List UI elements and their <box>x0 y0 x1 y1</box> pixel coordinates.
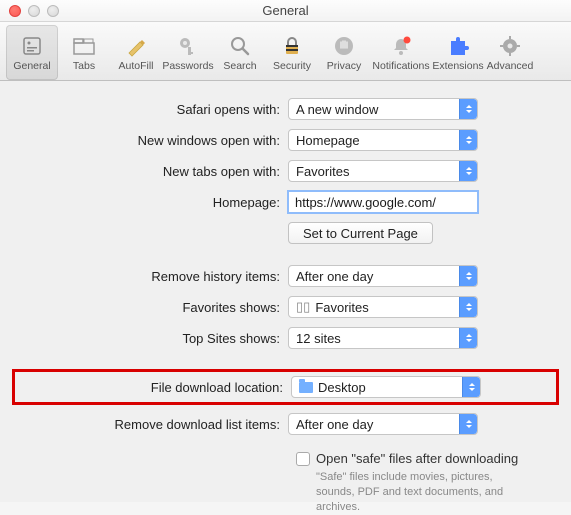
select-value: After one day <box>296 269 373 284</box>
select-value: Homepage <box>296 133 360 148</box>
label-safari-opens: Safari opens with: <box>30 102 288 117</box>
book-icon: ▯▯ <box>296 299 310 315</box>
label-remove-history: Remove history items: <box>30 269 288 284</box>
safe-files-hint: "Safe" files include movies, pictures, s… <box>316 470 541 515</box>
remove-downloads-select[interactable]: After one day <box>288 413 478 435</box>
gear-icon <box>498 34 522 58</box>
stepper-arrows-icon <box>459 328 477 348</box>
toolbar-privacy[interactable]: Privacy <box>318 25 370 80</box>
search-icon <box>228 34 252 58</box>
label-top-sites: Top Sites shows: <box>30 331 288 346</box>
hand-icon <box>332 34 356 58</box>
toolbar-label: Privacy <box>327 60 361 72</box>
select-value: Favorites <box>315 300 368 315</box>
lock-icon <box>280 34 304 58</box>
stepper-arrows-icon <box>459 414 477 434</box>
toolbar-tabs[interactable]: Tabs <box>58 25 110 80</box>
set-current-page-button[interactable]: Set to Current Page <box>288 222 433 244</box>
key-icon <box>176 34 200 58</box>
toolbar-passwords[interactable]: Passwords <box>162 25 214 80</box>
label-favorites-shows: Favorites shows: <box>30 300 288 315</box>
stepper-arrows-icon <box>459 297 477 317</box>
toolbar-general[interactable]: General <box>6 25 58 80</box>
stepper-arrows-icon <box>459 161 477 181</box>
stepper-arrows-icon <box>459 130 477 150</box>
bell-icon <box>389 34 413 58</box>
new-windows-select[interactable]: Homepage <box>288 129 478 151</box>
toolbar-autofill[interactable]: AutoFill <box>110 25 162 80</box>
homepage-input[interactable] <box>288 191 478 213</box>
puzzle-icon <box>446 34 470 58</box>
toolbar-notifications[interactable]: Notifications <box>370 25 432 80</box>
preferences-toolbar: General Tabs AutoFill Passwords Search S… <box>0 22 571 81</box>
toolbar-extensions[interactable]: Extensions <box>432 25 484 80</box>
window-titlebar: General <box>0 0 571 22</box>
toolbar-label: Tabs <box>73 60 95 72</box>
autofill-icon <box>124 34 148 58</box>
stepper-arrows-icon <box>459 266 477 286</box>
download-location-select[interactable]: Desktop <box>291 376 481 398</box>
toolbar-label: Search <box>223 60 256 72</box>
toolbar-security[interactable]: Security <box>266 25 318 80</box>
stepper-arrows-icon <box>459 99 477 119</box>
toolbar-advanced[interactable]: Advanced <box>484 25 536 80</box>
favorites-shows-select[interactable]: ▯▯ Favorites <box>288 296 478 318</box>
label-new-windows: New windows open with: <box>30 133 288 148</box>
safari-opens-select[interactable]: A new window <box>288 98 478 120</box>
open-safe-files-label: Open "safe" files after downloading <box>316 451 518 466</box>
toolbar-label: General <box>13 60 50 72</box>
select-value: Desktop <box>318 380 366 395</box>
highlighted-row: File download location: Desktop <box>12 369 559 405</box>
label-download-location: File download location: <box>33 380 291 395</box>
folder-icon <box>299 382 313 393</box>
toolbar-label: Advanced <box>487 60 534 72</box>
general-icon <box>20 34 44 58</box>
toolbar-label: Notifications <box>372 60 429 72</box>
toolbar-label: Extensions <box>432 60 483 72</box>
window-title: General <box>0 3 571 18</box>
toolbar-search[interactable]: Search <box>214 25 266 80</box>
new-tabs-select[interactable]: Favorites <box>288 160 478 182</box>
select-value: A new window <box>296 102 378 117</box>
open-safe-files-checkbox[interactable] <box>296 452 310 466</box>
select-value: 12 sites <box>296 331 341 346</box>
select-value: After one day <box>296 417 373 432</box>
remove-history-select[interactable]: After one day <box>288 265 478 287</box>
preferences-content: Safari opens with: A new window New wind… <box>0 81 571 502</box>
toolbar-label: Security <box>273 60 311 72</box>
toolbar-label: AutoFill <box>118 60 153 72</box>
tabs-icon <box>72 34 96 58</box>
label-remove-downloads: Remove download list items: <box>30 417 288 432</box>
top-sites-select[interactable]: 12 sites <box>288 327 478 349</box>
stepper-arrows-icon <box>462 377 480 397</box>
label-new-tabs: New tabs open with: <box>30 164 288 179</box>
toolbar-label: Passwords <box>162 60 213 72</box>
label-homepage: Homepage: <box>30 195 288 210</box>
select-value: Favorites <box>296 164 349 179</box>
